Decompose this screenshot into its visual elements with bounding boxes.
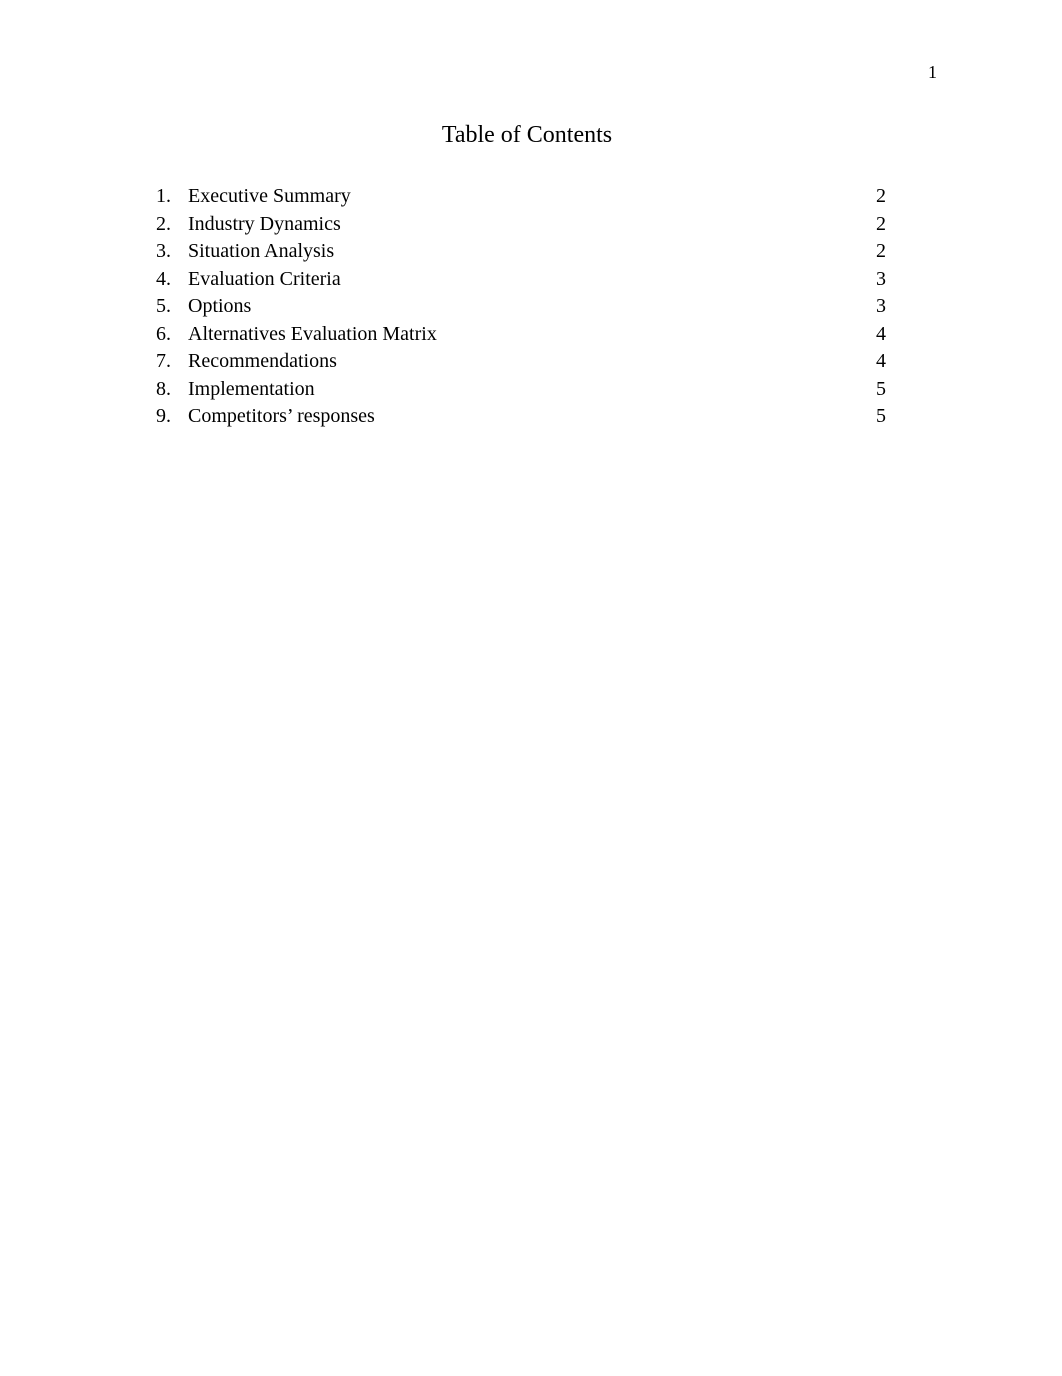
toc-page: 5 [876, 377, 886, 400]
toc-page: 2 [876, 240, 886, 262]
toc-label[interactable]: Alternatives Evaluation Matrix [188, 321, 437, 349]
toc-label[interactable]: Competitors’ responses [188, 403, 375, 431]
toc-number: 6. [156, 322, 171, 345]
toc-label[interactable]: Industry Dynamics [188, 211, 341, 239]
toc-label[interactable]: Executive Summary [188, 183, 351, 211]
toc-number: 7. [156, 350, 171, 372]
toc-entry[interactable]: 3. Situation Analysis 2 [156, 238, 896, 266]
toc-entry[interactable]: 9. Competitors’ responses 5 [156, 403, 896, 431]
toc-number: 9. [156, 405, 171, 427]
page-title: Table of Contents [441, 122, 613, 148]
toc-page: 2 [876, 212, 886, 235]
toc-entry[interactable]: 1. Executive Summary 2 [156, 183, 896, 211]
toc-entry[interactable]: 8. Implementation 5 [156, 376, 896, 404]
toc-page: 4 [876, 322, 886, 345]
toc-page: 3 [876, 295, 886, 317]
toc-label[interactable]: Situation Analysis [188, 238, 334, 266]
toc-entry[interactable]: 4. Evaluation Criteria 3 [156, 266, 896, 294]
toc-number: 8. [156, 377, 171, 400]
toc-number: 5. [156, 295, 171, 317]
table-of-contents: 1. Executive Summary 2 2. Industry Dynam… [156, 183, 896, 431]
toc-page: 3 [876, 267, 886, 290]
toc-entry[interactable]: 6. Alternatives Evaluation Matrix 4 [156, 321, 896, 349]
page-number: 1 [928, 62, 937, 82]
toc-label[interactable]: Recommendations [188, 348, 337, 376]
toc-page: 2 [876, 185, 886, 207]
toc-label[interactable]: Implementation [188, 376, 315, 404]
toc-number: 2. [156, 212, 171, 235]
toc-page: 4 [876, 350, 886, 372]
toc-entry[interactable]: 7. Recommendations 4 [156, 348, 896, 376]
toc-number: 3. [156, 240, 171, 262]
toc-number: 1. [156, 185, 171, 207]
toc-label[interactable]: Options [188, 293, 251, 321]
toc-entry[interactable]: 5. Options 3 [156, 293, 896, 321]
toc-label[interactable]: Evaluation Criteria [188, 266, 341, 294]
toc-entry[interactable]: 2. Industry Dynamics 2 [156, 211, 896, 239]
toc-number: 4. [156, 267, 171, 290]
toc-page: 5 [876, 405, 886, 427]
